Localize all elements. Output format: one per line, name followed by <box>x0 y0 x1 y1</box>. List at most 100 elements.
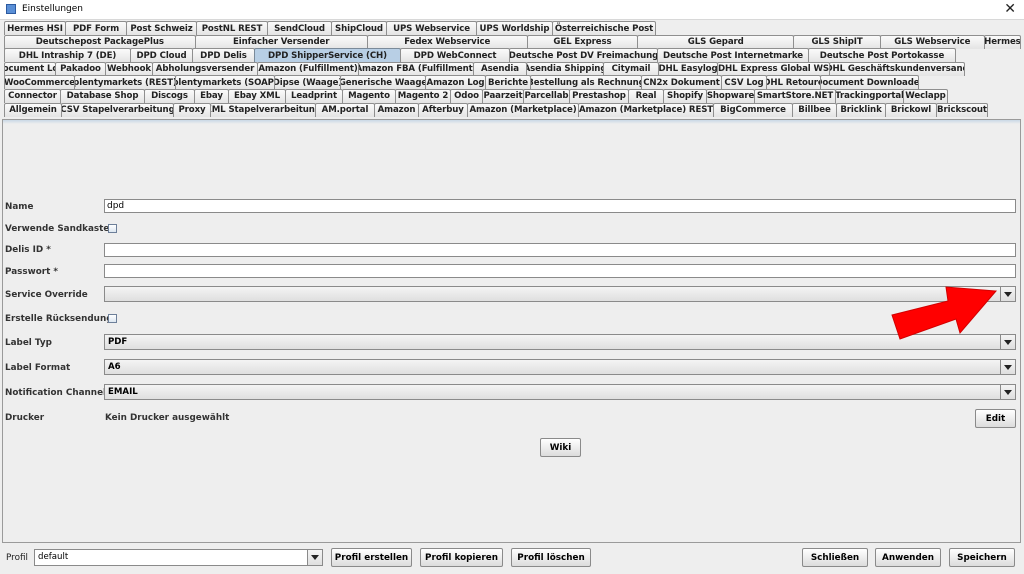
tab-dhl-intraship-7-de[interactable]: DHL Intraship 7 (DE) <box>4 48 131 63</box>
tab-dpd-webconnect[interactable]: DPD WebConnect <box>400 48 510 63</box>
password-input[interactable] <box>104 264 1016 278</box>
tab-dhl-geschäftskundenversand[interactable]: DHL Geschäftskundenversand <box>829 61 965 76</box>
apply-button[interactable]: Anwenden <box>875 548 941 567</box>
chevron-down-icon[interactable] <box>307 550 322 565</box>
tab-dpd-cloud[interactable]: DPD Cloud <box>130 48 193 63</box>
tab-csv-stapelverarbeitung[interactable]: CSV Stapelverarbeitung <box>61 102 174 117</box>
tab-plentymarkets-rest[interactable]: plentymarkets (REST) <box>74 75 176 90</box>
tab-hermes[interactable]: Hermes <box>983 34 1021 49</box>
tab-afterbuy[interactable]: Afterbuy <box>418 102 468 117</box>
tab-deutsche-post-dv-freimachung[interactable]: Deutsche Post DV Freimachung <box>509 48 658 63</box>
name-input[interactable]: dpd <box>104 199 1016 213</box>
tab-einfacher-versender[interactable]: Einfacher Versender <box>194 34 368 49</box>
label-format-select[interactable]: A6 <box>104 359 1016 375</box>
tab-amazon-log[interactable]: Amazon Log <box>425 75 486 90</box>
tab-amazon-fba-fulfillment[interactable]: Amazon FBA (Fulfillment) <box>358 61 474 76</box>
tab-deutsche-post-internetmarke[interactable]: Deutsche Post Internetmarke <box>657 48 809 63</box>
chevron-down-icon[interactable] <box>1000 287 1015 301</box>
delis-id-input[interactable] <box>104 243 1016 257</box>
copy-profile-button[interactable]: Profil kopieren <box>420 548 503 567</box>
chevron-down-icon[interactable] <box>1000 360 1015 374</box>
tab-connector[interactable]: Connector <box>4 88 61 103</box>
tab-cn2x-dokument[interactable]: CN2x Dokument <box>641 75 722 90</box>
tab-dpd-shipperservice-ch[interactable]: DPD ShipperService (CH) <box>254 48 401 63</box>
tab-amazon[interactable]: Amazon <box>374 102 419 117</box>
tab-ebay[interactable]: Ebay <box>194 88 229 103</box>
tab-document-downloader[interactable]: Document Downloader <box>820 75 919 90</box>
tab-proxy[interactable]: Proxy <box>173 102 211 117</box>
tab-hermes-hsi[interactable]: Hermes HSI <box>4 21 66 35</box>
tab-generische-waage[interactable]: Generische Waage <box>340 75 426 90</box>
tab-ups-worldship[interactable]: UPS Worldship <box>476 21 553 35</box>
tab-deutsche-post-portokasse[interactable]: Deutsche Post Portokasse <box>808 48 956 63</box>
tab-paarzeit[interactable]: Paarzeit <box>482 88 524 103</box>
tab-shopware[interactable]: Shopware <box>706 88 755 103</box>
tab-real[interactable]: Real <box>628 88 664 103</box>
tab-deutschepost-packageplus[interactable]: Deutschepost PackagePlus <box>4 34 196 49</box>
tab-trackingportal[interactable]: Trackingportal <box>835 88 904 103</box>
create-profile-button[interactable]: Profil erstellen <box>331 548 412 567</box>
tab-post-schweiz[interactable]: Post Schweiz <box>126 21 197 35</box>
close-button[interactable]: Schließen <box>802 548 868 567</box>
tab-amazon-marketplace[interactable]: Amazon (Marketplace) <box>467 102 579 117</box>
notification-channel-select[interactable]: EMAIL <box>104 384 1016 400</box>
tab-dpd-delis[interactable]: DPD Delis <box>192 48 255 63</box>
tab-woocommerce[interactable]: WooCommerce <box>4 75 75 90</box>
tab-gls-webservice[interactable]: GLS Webservice <box>879 34 985 49</box>
printer-edit-button[interactable]: Edit <box>975 409 1016 428</box>
tab-ebay-xml[interactable]: Ebay XML <box>228 88 286 103</box>
tab-billbee[interactable]: Billbee <box>792 102 837 117</box>
tab-asendia-shipping[interactable]: Asendia Shipping <box>526 61 604 76</box>
tab-prestashop[interactable]: Prestashop <box>569 88 629 103</box>
tab-asendia[interactable]: Asendia <box>473 61 527 76</box>
tab-leadprint[interactable]: Leadprint <box>285 88 343 103</box>
tab-pakadoo[interactable]: Pakadoo <box>55 61 106 76</box>
tab-gls-shipit[interactable]: GLS ShipIT <box>793 34 881 49</box>
tab-bigcommerce[interactable]: BigCommerce <box>713 102 793 117</box>
tab-dhl-express-global-ws[interactable]: DHL Express Global WS <box>717 61 830 76</box>
tab-database-shop[interactable]: Database Shop <box>60 88 145 103</box>
tab-shipcloud[interactable]: ShipCloud <box>331 21 387 35</box>
tab-pdf-form[interactable]: PDF Form <box>65 21 127 35</box>
tab-odoo[interactable]: Odoo <box>450 88 483 103</box>
tab-magento-2[interactable]: Magento 2 <box>395 88 451 103</box>
tab-fedex-webservice[interactable]: Fedex Webservice <box>366 34 528 49</box>
tab-bestellung-als-rechnung[interactable]: Bestellung als Rechnung <box>530 75 642 90</box>
tab-shopify[interactable]: Shopify <box>663 88 707 103</box>
tab-magento[interactable]: Magento <box>342 88 396 103</box>
tab-österreichische-post[interactable]: Österreichische Post <box>552 21 656 35</box>
tab-bricklink[interactable]: Bricklink <box>836 102 886 117</box>
tab-document-log[interactable]: Document Log <box>4 61 56 76</box>
wiki-button[interactable]: Wiki <box>540 438 581 457</box>
label-type-select[interactable]: PDF <box>104 334 1016 350</box>
tab-amazon-fulfillment[interactable]: Amazon (Fulfillment) <box>257 61 359 76</box>
tab-allgemein[interactable]: Allgemein <box>4 102 62 117</box>
service-override-select[interactable] <box>104 286 1016 302</box>
tab-dhl-retoure[interactable]: DHL Retoure <box>766 75 821 90</box>
tab-smartstore-net[interactable]: SmartStore.NET <box>754 88 836 103</box>
tab-dipse-waage[interactable]: Dipse (Waage) <box>274 75 341 90</box>
sandbox-checkbox[interactable] <box>108 224 117 233</box>
tab-webhook[interactable]: Webhook <box>105 61 153 76</box>
chevron-down-icon[interactable] <box>1000 335 1015 349</box>
save-button[interactable]: Speichern <box>949 548 1015 567</box>
tab-gls-gepard[interactable]: GLS Gepard <box>637 34 795 49</box>
tab-discogs[interactable]: Discogs <box>144 88 195 103</box>
delete-profile-button[interactable]: Profil löschen <box>511 548 591 567</box>
tab-plentymarkets-soap[interactable]: plentymarkets (SOAP) <box>175 75 275 90</box>
return-shipment-checkbox[interactable] <box>108 314 117 323</box>
tab-dhl-easylog[interactable]: DHL Easylog <box>658 61 718 76</box>
tab-berichte[interactable]: Berichte <box>485 75 531 90</box>
tab-amazon-marketplace-rest[interactable]: Amazon (Marketplace) REST <box>578 102 714 117</box>
close-icon[interactable]: ✕ <box>1004 1 1016 17</box>
tab-brickowl[interactable]: Brickowl <box>885 102 937 117</box>
profile-select[interactable]: default <box>34 549 323 566</box>
tab-weclapp[interactable]: Weclapp <box>903 88 948 103</box>
tab-abholungsversender[interactable]: Abholungsversender <box>152 61 258 76</box>
tab-am-portal[interactable]: AM.portal <box>315 102 375 117</box>
tab-postnl-rest[interactable]: PostNL REST <box>196 21 268 35</box>
tab-gel-express[interactable]: GEL Express <box>526 34 639 49</box>
tab-sendcloud[interactable]: SendCloud <box>267 21 332 35</box>
tab-parcellab[interactable]: Parcellab <box>523 88 570 103</box>
chevron-down-icon[interactable] <box>1000 385 1015 399</box>
